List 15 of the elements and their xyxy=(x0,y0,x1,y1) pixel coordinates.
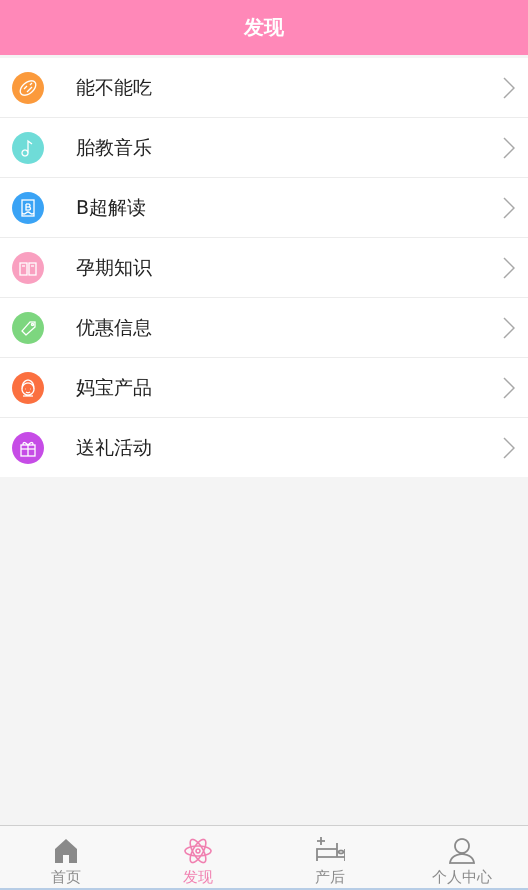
menu-item[interactable]: 送礼活动 xyxy=(0,418,528,477)
page-title: 发现 xyxy=(244,14,284,41)
menu-item[interactable]: 孕期知识 xyxy=(0,238,528,298)
chevron-icon xyxy=(503,436,515,458)
menu-item[interactable]: 胎教音乐 xyxy=(0,118,528,178)
menu-item[interactable]: 妈宝产品 xyxy=(0,358,528,418)
menu-item[interactable]: 能不能吃 xyxy=(0,58,528,118)
chevron-icon xyxy=(503,376,515,398)
chevron-icon xyxy=(503,196,515,218)
menu-item[interactable]: 优惠信息 xyxy=(0,298,528,358)
menu-item[interactable]: B超解读 xyxy=(0,178,528,238)
chevron-icon xyxy=(503,136,515,158)
chevron-icon xyxy=(503,76,515,98)
chevron-icon xyxy=(503,256,515,278)
chevron-icon xyxy=(503,316,515,338)
